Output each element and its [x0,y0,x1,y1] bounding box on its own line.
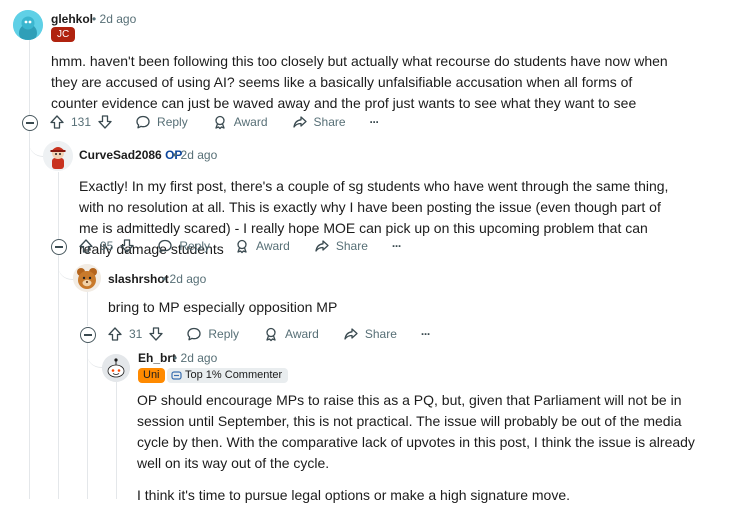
thread-connector [58,262,74,280]
more-options-button[interactable]: ··· [369,115,380,129]
thread-line [58,255,59,499]
medal-icon [171,371,182,380]
reply-icon [187,327,202,341]
collapse-icon[interactable] [80,327,96,343]
share-icon [344,328,358,340]
time-text: 2d ago [180,148,218,162]
upvote-icon[interactable] [107,326,123,342]
comment-body: hmm. haven't been following this too clo… [51,53,668,111]
username[interactable]: CurveSad2086 OP [79,148,182,162]
vote-count: 95 [100,239,114,253]
badge-label: Top 1% Commenter [185,369,283,381]
time-text: 2d ago [180,351,218,365]
timestamp: • 2d ago [162,272,206,286]
reply-label: Reply [179,239,211,253]
collapse-icon[interactable] [51,239,67,255]
separator: • [173,351,178,365]
thread-line [87,292,88,326]
comment-body: bring to MP especially opposition MP [108,299,338,315]
award-button[interactable]: Award [234,238,290,254]
reply-icon [158,239,173,253]
award-icon [237,239,247,254]
avatar[interactable] [73,264,101,292]
award-icon [266,327,276,342]
comment-actions: 131 Reply Award Share ··· [49,110,403,134]
reply-label: Reply [157,115,188,129]
username[interactable]: slashrshot [108,272,169,286]
timestamp: • 2d ago [173,351,217,365]
username[interactable]: Eh_brt [138,351,176,365]
upvote-icon[interactable] [49,114,65,130]
timestamp: • 2d ago [173,148,217,162]
vote-count: 31 [129,327,143,341]
separator: • [162,272,167,286]
thread-line [116,382,117,499]
more-icon: ··· [420,327,431,341]
avatar[interactable] [102,354,130,382]
downvote-icon[interactable] [97,114,113,130]
comment-actions: 31 Reply Award Share ··· [107,322,454,346]
reply-label: Reply [208,327,240,341]
share-button[interactable]: Share [343,326,397,342]
downvote-icon[interactable] [119,238,135,254]
comment-actions: 95 Reply Award Share ··· [78,234,425,258]
comment-body: OP should encourage MPs to raise this as… [137,390,697,506]
username-text: CurveSad2086 [79,148,162,162]
share-button[interactable]: Share [292,114,346,130]
more-options-button[interactable]: ··· [391,239,402,253]
separator: • [173,148,178,162]
share-label: Share [364,327,397,341]
more-icon: ··· [369,115,380,129]
user-flair: Uni [138,368,165,383]
user-flair: JC [51,27,76,42]
award-label: Award [285,327,319,341]
username[interactable]: glehkol [51,12,93,26]
paragraph: I think it's time to pursue legal option… [137,487,571,503]
vote-count: 131 [71,115,92,129]
share-label: Share [335,239,368,253]
upvote-icon[interactable] [78,238,94,254]
share-label: Share [313,115,346,129]
thread-line [29,40,30,115]
downvote-icon[interactable] [148,326,164,342]
award-button[interactable]: Award [263,326,319,342]
reply-icon [136,115,150,129]
award-icon [215,115,225,130]
share-button[interactable]: Share [314,238,368,254]
time-text: 2d ago [99,12,137,26]
reply-button[interactable]: Reply [157,238,210,254]
vote-group: 31 [107,326,164,342]
avatar[interactable] [43,141,73,171]
share-icon [292,116,307,128]
top-commenter-badge: Top 1% Commenter [167,368,289,383]
time-text: 2d ago [169,272,207,286]
separator: • [92,12,97,26]
more-icon: ··· [391,239,402,253]
more-options-button[interactable]: ··· [420,327,431,341]
collapse-icon[interactable] [22,115,38,131]
vote-group: 131 [49,114,113,130]
thread-line [87,343,88,499]
award-button[interactable]: Award [212,114,268,130]
award-label: Award [233,115,268,129]
award-label: Award [256,239,290,253]
reply-button[interactable]: Reply [135,114,188,130]
thread-line [58,172,59,239]
thread-line [29,131,30,499]
timestamp: • 2d ago [92,12,136,26]
vote-group: 95 [78,238,135,254]
avatar[interactable] [13,10,43,40]
paragraph: OP should encourage MPs to raise this as… [137,392,695,471]
reply-button[interactable]: Reply [186,326,239,342]
share-icon [315,240,329,252]
thread-connector [87,350,103,368]
